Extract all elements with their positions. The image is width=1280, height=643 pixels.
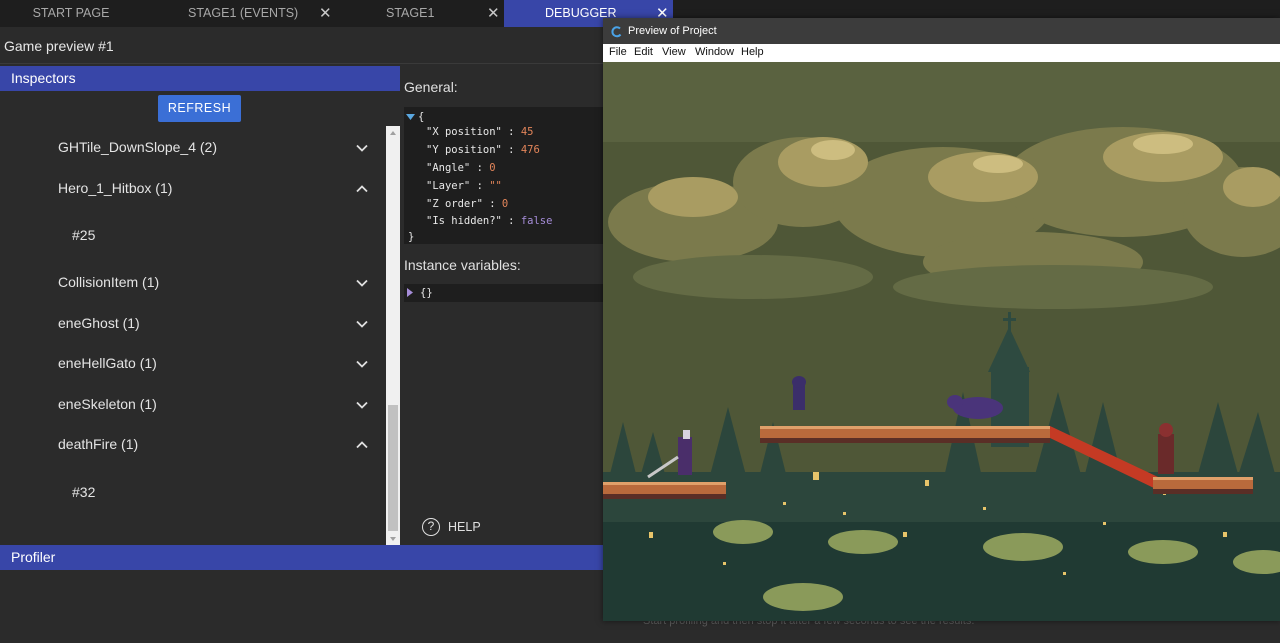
chevron-down-icon[interactable]	[355, 398, 369, 412]
json-row: "Y position" : 476	[426, 144, 540, 156]
tree-item-enehellgato[interactable]: eneHellGato (1)	[58, 355, 157, 371]
json-row: "Z order" : 0	[426, 198, 509, 210]
chevron-up-icon[interactable]	[355, 182, 369, 196]
tree-instance-32[interactable]: #32	[72, 484, 95, 500]
inspector-scrollbar[interactable]	[386, 126, 400, 546]
game-scene	[603, 62, 1280, 621]
json-open-brace: {	[418, 111, 425, 123]
inspector-tree: GHTile_DownSlope_4 (2) Hero_1_Hitbox (1)…	[0, 126, 386, 546]
instance-variables-label: Instance variables:	[404, 257, 521, 273]
scroll-up-arrow-icon[interactable]	[386, 126, 400, 140]
chevron-up-icon[interactable]	[355, 438, 369, 452]
general-json-viewer: { "X position" : 45 "Y position" : 476 "…	[404, 107, 603, 244]
inspectors-header[interactable]: Inspectors	[0, 66, 400, 91]
instance-variables-json-viewer: {}	[404, 284, 603, 302]
tab-start-page[interactable]: START PAGE	[0, 0, 142, 27]
tree-item-ghtile-downslope[interactable]: GHTile_DownSlope_4 (2)	[58, 139, 217, 155]
json-row: "Angle" : 0	[426, 162, 496, 174]
menu-window[interactable]: Window	[695, 46, 734, 58]
tree-item-deathfire[interactable]: deathFire (1)	[58, 436, 138, 452]
chevron-down-icon[interactable]	[355, 317, 369, 331]
tab-label: STAGE1	[386, 6, 435, 20]
preview-window-title: Preview of Project	[628, 25, 717, 37]
chevron-down-icon[interactable]	[355, 141, 369, 155]
help-icon: ?	[422, 518, 440, 536]
menu-help[interactable]: Help	[741, 46, 764, 58]
close-icon[interactable]: ✕	[487, 0, 500, 27]
tab-label: STAGE1 (EVENTS)	[188, 6, 299, 20]
json-close-brace: }	[408, 231, 415, 243]
chevron-down-icon[interactable]	[355, 357, 369, 371]
tree-instance-25[interactable]: #25	[72, 227, 95, 243]
close-icon[interactable]: ✕	[319, 0, 332, 27]
tab-stage1-events[interactable]: STAGE1 (EVENTS) ✕	[142, 0, 338, 27]
preview-titlebar[interactable]: Preview of Project	[603, 18, 1280, 44]
gdevelop-logo-icon	[611, 25, 623, 38]
skeleton-enemy	[1158, 423, 1174, 474]
json-row: "Layer" : ""	[426, 180, 502, 192]
tree-item-eneghost[interactable]: eneGhost (1)	[58, 315, 140, 331]
ghost-enemy	[792, 376, 806, 410]
profiler-header[interactable]: Profiler	[0, 545, 603, 570]
help-label: HELP	[448, 520, 481, 534]
preview-menubar: File Edit View Window Help	[603, 44, 1280, 62]
json-row: "X position" : 45	[426, 126, 534, 138]
tab-label: START PAGE	[32, 6, 110, 20]
scroll-down-arrow-icon[interactable]	[386, 532, 400, 546]
collapse-triangle-icon[interactable]	[406, 112, 415, 124]
menu-view[interactable]: View	[662, 46, 686, 58]
tree-item-eneskeleton[interactable]: eneSkeleton (1)	[58, 396, 157, 412]
chevron-down-icon[interactable]	[355, 276, 369, 290]
json-empty-object: {}	[420, 287, 433, 299]
debugger-subbar: Game preview #1	[0, 27, 603, 64]
expand-triangle-icon[interactable]	[407, 288, 413, 300]
tree-item-collisionitem[interactable]: CollisionItem (1)	[58, 274, 159, 290]
json-row: "Is hidden?" : false	[426, 215, 553, 227]
menu-edit[interactable]: Edit	[634, 46, 653, 58]
menu-file[interactable]: File	[609, 46, 627, 58]
general-label: General:	[404, 79, 458, 95]
preview-window[interactable]: Preview of Project File Edit View Window…	[603, 18, 1280, 621]
refresh-button[interactable]: REFRESH	[158, 95, 241, 122]
tab-stage1[interactable]: STAGE1 ✕	[338, 0, 504, 27]
game-preview-title[interactable]: Game preview #1	[4, 38, 114, 54]
game-canvas[interactable]	[603, 62, 1280, 621]
inspector-details-panel: General: { "X position" : 45 "Y position…	[400, 64, 603, 545]
scrollbar-thumb[interactable]	[388, 405, 398, 531]
tree-item-hero-hitbox[interactable]: Hero_1_Hitbox (1)	[58, 180, 172, 196]
